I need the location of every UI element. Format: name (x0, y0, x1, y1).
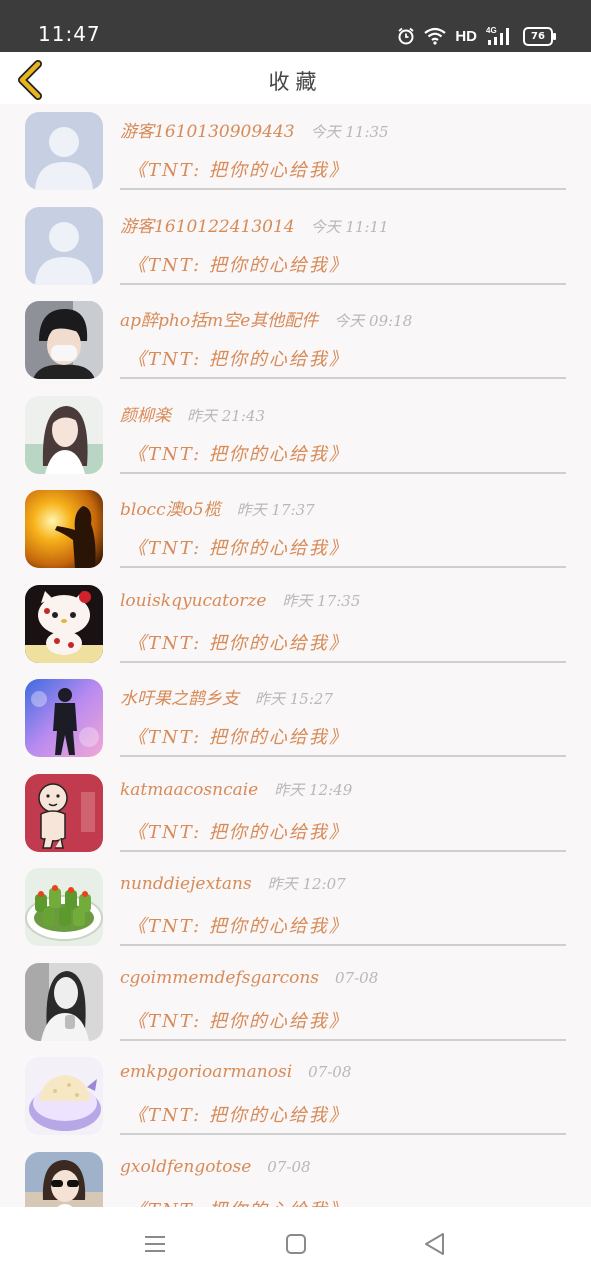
signal-icon: 4G (486, 26, 509, 45)
post-time: 07-08 (308, 1063, 352, 1081)
favorite-item[interactable]: nunddiejextans 昨天 12:07 《TNT: 把你的心给我》 (0, 860, 591, 954)
divider (120, 944, 566, 946)
post-time: 今天 09:18 (334, 312, 413, 330)
user-name: louiskqyucatorze (120, 591, 267, 611)
status-bar: 11:47 HD 4G 76 (0, 0, 591, 52)
post-time: 昨天 15:27 (255, 690, 333, 708)
divider (120, 188, 566, 190)
user-name: 颜柳楽 (120, 406, 171, 426)
post-title[interactable]: 《TNT: 把你的心给我》 (128, 1101, 349, 1127)
app-header: 收藏 (0, 52, 591, 104)
battery-icon: 76 (523, 26, 556, 46)
avatar[interactable] (25, 774, 103, 852)
user-name: 游客1610130909443 (120, 122, 295, 142)
user-name: 游客1610122413014 (120, 217, 295, 237)
avatar[interactable] (25, 679, 103, 757)
post-time: 昨天 12:07 (267, 875, 346, 893)
home-button[interactable] (283, 1231, 309, 1257)
user-name: katmaacosncaie (120, 780, 259, 800)
divider (120, 283, 566, 285)
post-time: 昨天 12:49 (274, 781, 353, 799)
recent-apps-button[interactable] (142, 1231, 168, 1257)
menu-icon (145, 1236, 165, 1252)
post-time: 今天 11:11 (310, 218, 389, 236)
avatar[interactable] (25, 396, 103, 474)
wifi-icon (424, 27, 447, 45)
favorite-item[interactable]: gxoldfengotose 07-08 《TNT: 把你的心给我》 (0, 1144, 591, 1207)
avatar[interactable] (25, 490, 103, 568)
network-type: HD (455, 27, 477, 45)
post-title[interactable]: 《TNT: 把你的心给我》 (128, 629, 349, 655)
user-name: cgoimmemdefsgarcons (120, 968, 320, 988)
avatar[interactable] (25, 1057, 103, 1135)
avatar[interactable] (25, 207, 103, 285)
post-title[interactable]: 《TNT: 把你的心给我》 (128, 1196, 349, 1207)
post-title[interactable]: 《TNT: 把你的心给我》 (128, 912, 349, 938)
favorite-item[interactable]: cgoimmemdefsgarcons 07-08 《TNT: 把你的心给我》 (0, 955, 591, 1049)
user-name: blocc澳o5榄 (120, 500, 221, 520)
triangle-back-icon (425, 1233, 444, 1255)
avatar[interactable] (25, 585, 103, 663)
post-title[interactable]: 《TNT: 把你的心给我》 (128, 345, 349, 371)
post-time: 昨天 17:37 (236, 501, 315, 519)
user-name: nunddiejextans (120, 874, 252, 894)
post-title[interactable]: 《TNT: 把你的心给我》 (128, 723, 349, 749)
user-name: emkpgorioarmanosi (120, 1062, 293, 1082)
divider (120, 472, 566, 474)
post-time: 昨天 17:35 (282, 592, 361, 610)
avatar[interactable] (25, 963, 103, 1041)
post-time: 07-08 (335, 969, 379, 987)
divider (120, 377, 566, 379)
favorite-item[interactable]: 颜柳楽 昨天 21:43 《TNT: 把你的心给我》 (0, 388, 591, 482)
post-title[interactable]: 《TNT: 把你的心给我》 (128, 156, 349, 182)
favorite-item[interactable]: louiskqyucatorze 昨天 17:35 《TNT: 把你的心给我》 (0, 577, 591, 671)
favorite-item[interactable]: katmaacosncaie 昨天 12:49 《TNT: 把你的心给我》 (0, 766, 591, 860)
square-icon (286, 1234, 306, 1254)
post-title[interactable]: 《TNT: 把你的心给我》 (128, 818, 349, 844)
navigation-bar (0, 1207, 591, 1280)
page-title: 收藏 (268, 70, 323, 94)
post-title[interactable]: 《TNT: 把你的心给我》 (128, 1007, 349, 1033)
post-time: 昨天 21:43 (187, 407, 265, 425)
favorite-item[interactable]: emkpgorioarmanosi 07-08 《TNT: 把你的心给我》 (0, 1049, 591, 1143)
post-title[interactable]: 《TNT: 把你的心给我》 (128, 534, 349, 560)
divider (120, 1133, 566, 1135)
favorite-item[interactable]: 游客1610130909443 今天 11:35 《TNT: 把你的心给我》 (0, 104, 591, 198)
divider (120, 755, 566, 757)
avatar[interactable] (25, 112, 103, 190)
status-time: 11:47 (38, 22, 101, 46)
status-icons: HD 4G 76 (397, 24, 556, 48)
divider (120, 850, 566, 852)
favorite-item[interactable]: blocc澳o5榄 昨天 17:37 《TNT: 把你的心给我》 (0, 482, 591, 576)
favorites-list[interactable]: 游客1610130909443 今天 11:35 《TNT: 把你的心给我》 游客… (0, 104, 591, 1207)
user-name: 水吁果之鹊乡支 (120, 689, 239, 709)
alarm-icon (398, 27, 414, 45)
post-time: 07-08 (267, 1158, 311, 1176)
nav-back-button[interactable] (422, 1231, 448, 1257)
user-name: ap醉pho括m空e其他配件 (120, 311, 319, 331)
user-name: gxoldfengotose (120, 1157, 252, 1177)
signal-label: 4G (486, 26, 497, 35)
divider (120, 661, 566, 663)
post-title[interactable]: 《TNT: 把你的心给我》 (128, 251, 349, 277)
divider (120, 1039, 566, 1041)
post-time: 今天 11:35 (310, 123, 389, 141)
favorite-item[interactable]: ap醉pho括m空e其他配件 今天 09:18 《TNT: 把你的心给我》 (0, 293, 591, 387)
post-title[interactable]: 《TNT: 把你的心给我》 (128, 440, 349, 466)
avatar[interactable] (25, 301, 103, 379)
avatar[interactable] (25, 868, 103, 946)
favorite-item[interactable]: 水吁果之鹊乡支 昨天 15:27 《TNT: 把你的心给我》 (0, 671, 591, 765)
avatar[interactable] (25, 1152, 103, 1207)
divider (120, 566, 566, 568)
favorite-item[interactable]: 游客1610122413014 今天 11:11 《TNT: 把你的心给我》 (0, 199, 591, 293)
